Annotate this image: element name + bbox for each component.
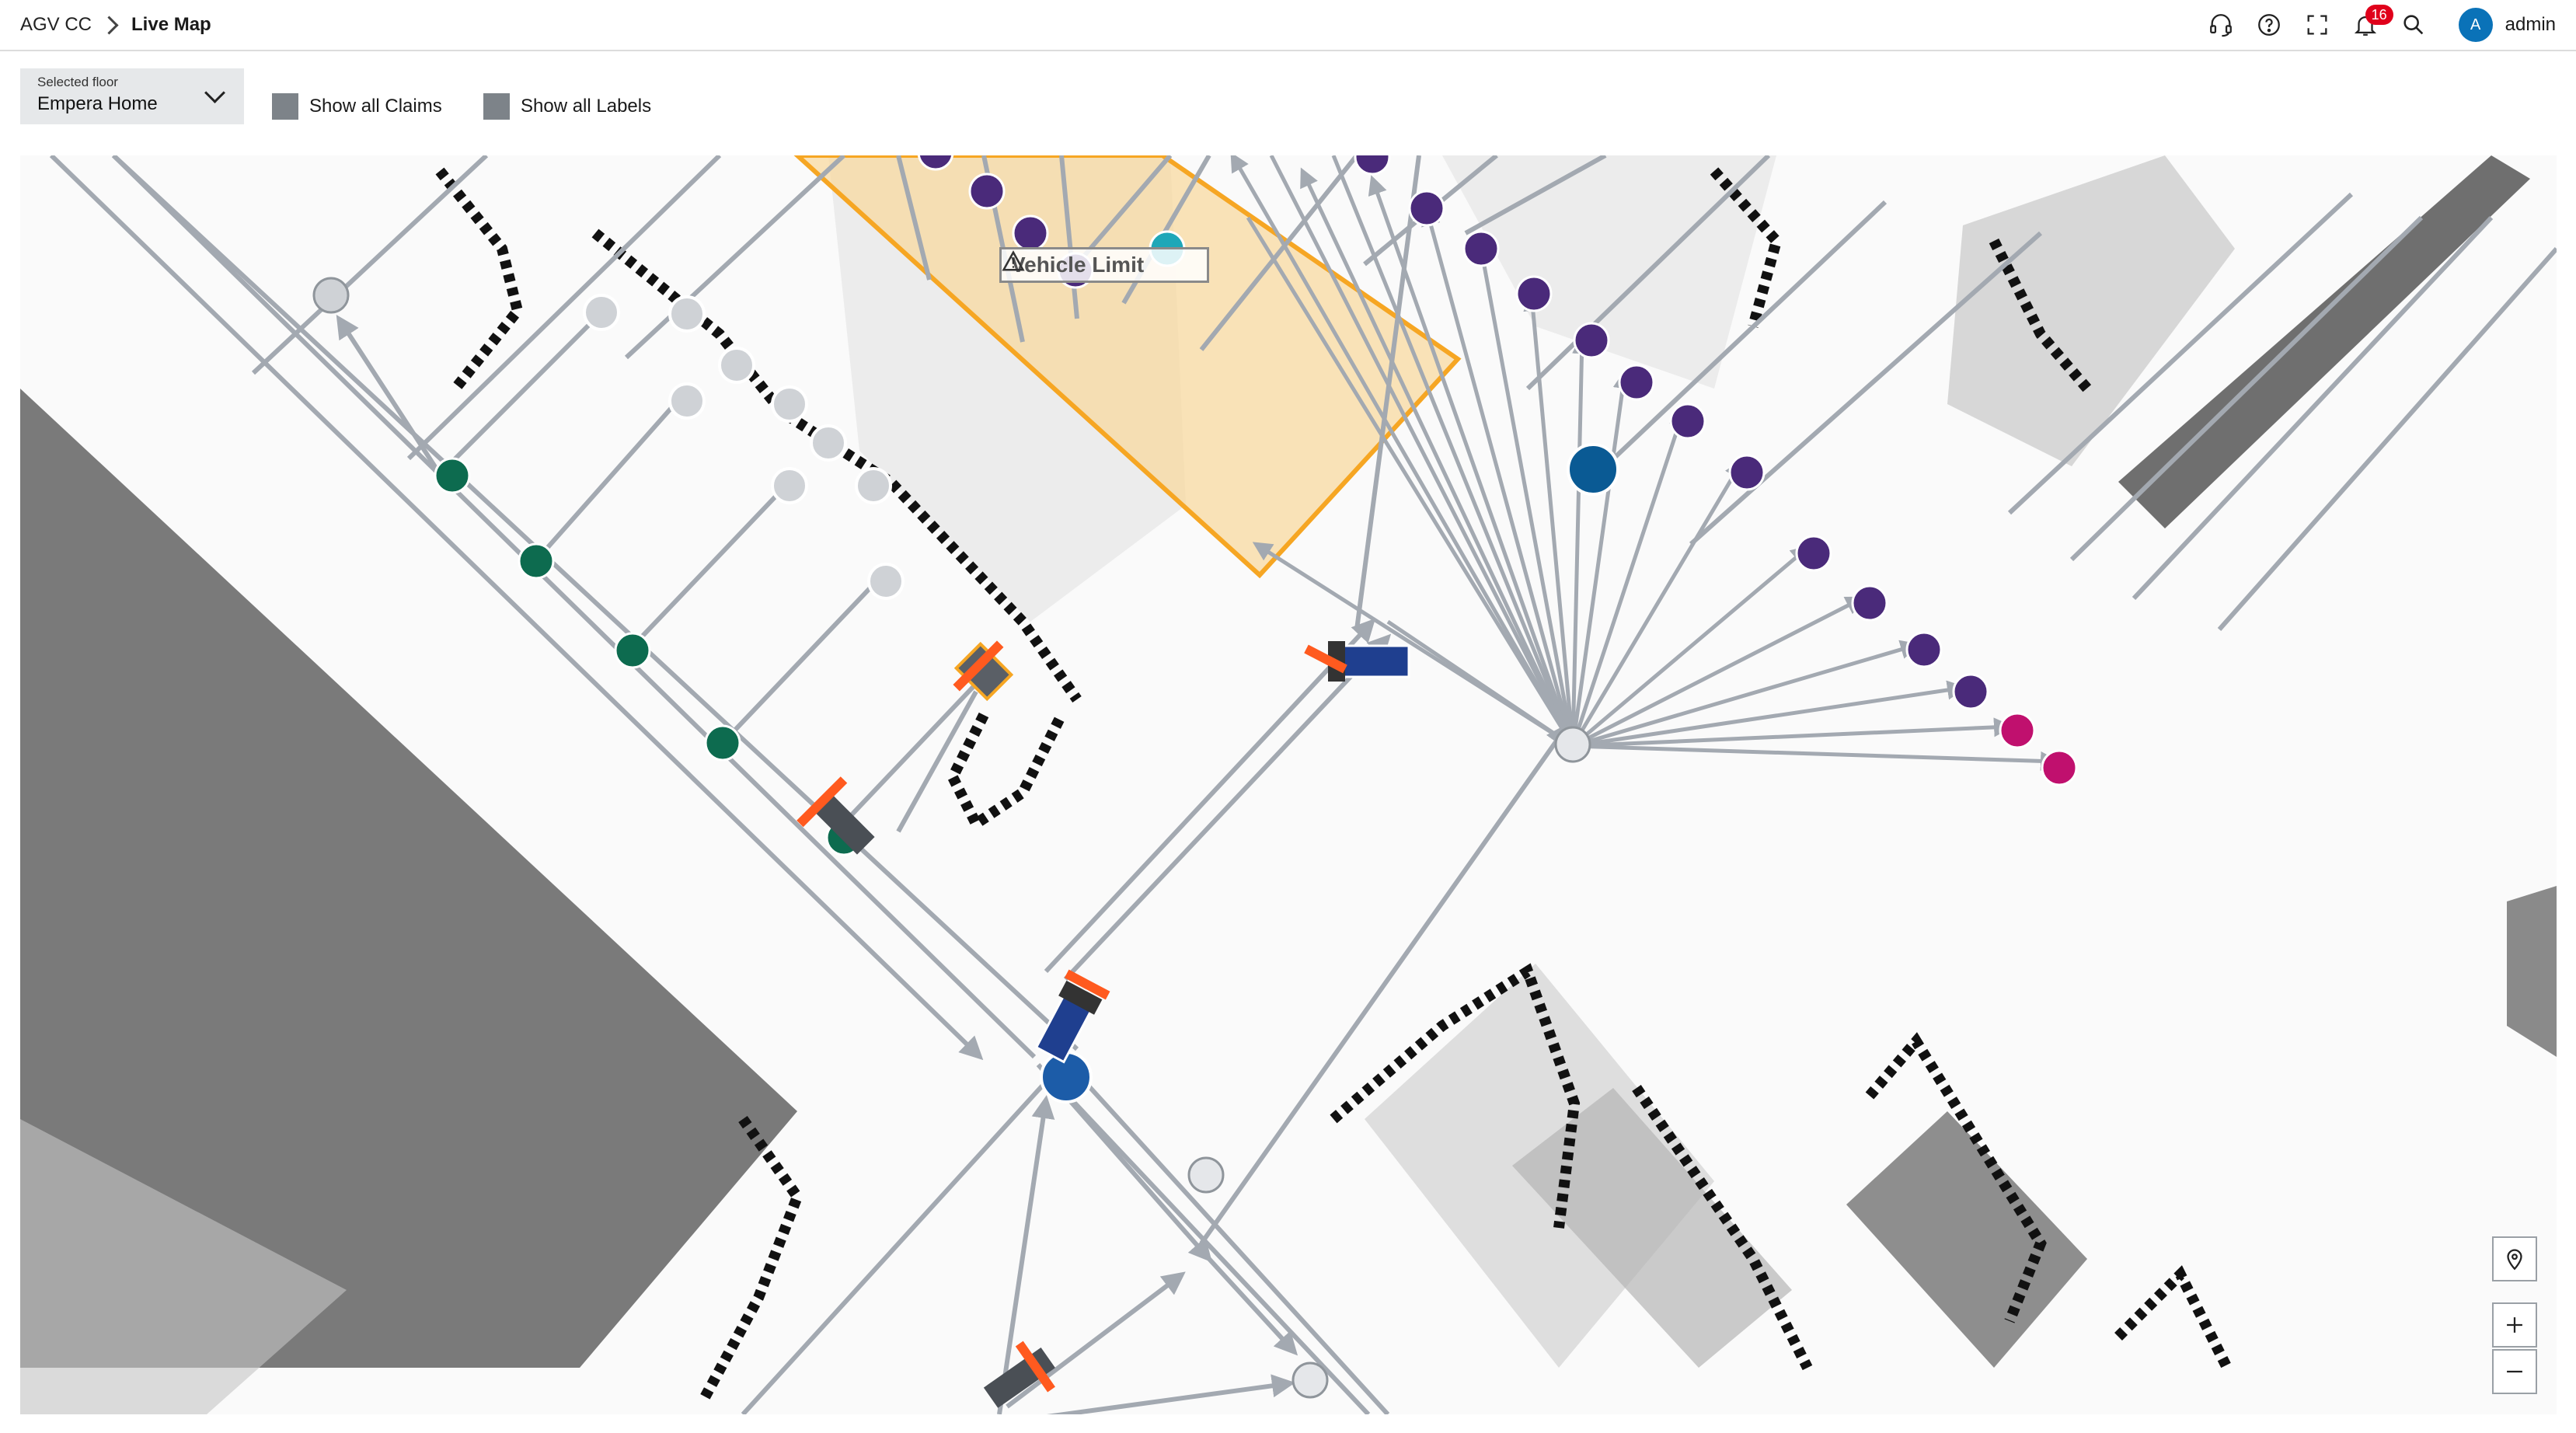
breadcrumb-root[interactable]: AGV CC <box>20 14 92 36</box>
live-map[interactable]: Vehicle Limit <box>20 155 2557 1414</box>
vehicle-limit-text: Vehicle Limit <box>1011 253 1145 277</box>
zoom-in-icon <box>2507 1317 2522 1333</box>
help-icon[interactable] <box>2255 11 2283 39</box>
show-labels-label: Show all Labels <box>521 96 652 117</box>
breadcrumb-current: Live Map <box>131 14 211 35</box>
location-icon <box>2507 1249 2522 1271</box>
vehicle-hub-station[interactable] <box>1567 443 1619 496</box>
header-tools: 16 A admin <box>2207 0 2556 50</box>
app-header: AGV CC Live Map 16 A admin <box>0 0 2576 51</box>
bell-icon[interactable]: 16 <box>2351 5 2393 39</box>
fullscreen-icon[interactable] <box>2303 11 2331 39</box>
username[interactable]: admin <box>2505 14 2556 36</box>
chevron-right-icon <box>99 15 119 35</box>
drop-stations[interactable] <box>1999 712 2078 786</box>
search-icon[interactable] <box>2400 11 2428 39</box>
locate-button[interactable] <box>2492 1236 2537 1281</box>
headset-icon[interactable] <box>2207 11 2235 39</box>
zoom-out-button[interactable] <box>2492 1349 2537 1394</box>
checkbox-box[interactable] <box>272 93 298 120</box>
notification-badge: 16 <box>2365 5 2393 25</box>
floor-select-value: Empera Home <box>37 93 158 114</box>
avatar[interactable]: A <box>2458 8 2493 42</box>
floor-select[interactable]: Selected floor Empera Home <box>20 68 244 124</box>
breadcrumb: AGV CC Live Map <box>20 0 211 50</box>
zoom-in-button[interactable] <box>2492 1302 2537 1348</box>
checkbox-box[interactable] <box>483 93 510 120</box>
vehicle-limit-label[interactable]: Vehicle Limit <box>999 247 1209 283</box>
map-canvas[interactable] <box>20 155 2557 1414</box>
show-claims-checkbox[interactable]: Show all Claims <box>272 93 442 120</box>
zoom-out-icon <box>2507 1370 2522 1373</box>
show-claims-label: Show all Claims <box>309 96 442 117</box>
agv-vehicles[interactable] <box>797 634 1410 1414</box>
floor-select-label: Selected floor <box>37 75 118 89</box>
show-labels-checkbox[interactable]: Show all Labels <box>483 93 651 120</box>
charger-stations[interactable] <box>434 457 863 856</box>
warning-icon <box>1002 250 1025 271</box>
